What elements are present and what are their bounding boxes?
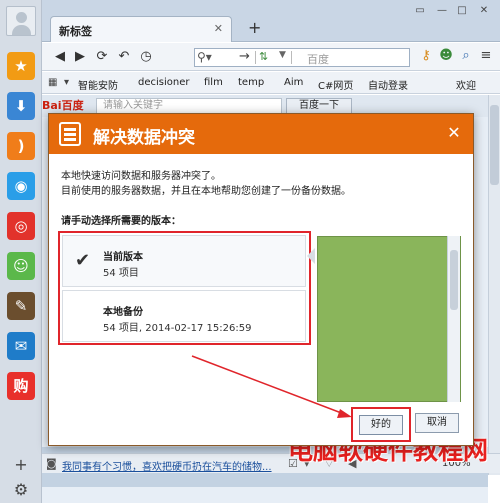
zoom-icon[interactable]: ⌕ bbox=[458, 48, 474, 63]
avatar[interactable] bbox=[6, 6, 36, 36]
favorites-star-icon[interactable]: ★ bbox=[7, 52, 35, 80]
bookmark-item[interactable]: decisioner bbox=[138, 77, 189, 88]
menu-icon[interactable]: ≡ bbox=[478, 48, 494, 63]
settings-gear-icon[interactable]: ⚙ bbox=[7, 478, 35, 502]
baidu-search-button[interactable]: 百度一下 bbox=[286, 98, 352, 114]
version-prompt: 请手动选择所需要的版本： bbox=[61, 216, 181, 227]
weibo-icon[interactable]: ◎ bbox=[7, 212, 35, 240]
minimize-button[interactable]: — bbox=[434, 4, 450, 18]
shopping-icon[interactable]: 购 bbox=[7, 372, 35, 400]
key-icon[interactable]: ⚷ bbox=[418, 48, 434, 63]
user-icon[interactable]: ☻ bbox=[438, 48, 454, 63]
preview-scrollbar[interactable] bbox=[447, 236, 460, 402]
history-clock-icon[interactable]: ◷ bbox=[138, 49, 154, 65]
download-icon[interactable]: ⬇ bbox=[7, 92, 35, 120]
page-scrollbar[interactable] bbox=[488, 95, 500, 475]
bookmark-item[interactable]: 欢迎 bbox=[456, 77, 476, 92]
new-tab-button[interactable]: + bbox=[248, 18, 261, 37]
notes-icon[interactable]: ✎ bbox=[7, 292, 35, 320]
cancel-button[interactable]: 取消 bbox=[415, 413, 459, 433]
version-name: 当前版本 bbox=[103, 252, 143, 263]
bookmark-item[interactable]: C#网页 bbox=[318, 77, 353, 92]
tab-close-icon[interactable]: ✕ bbox=[214, 22, 223, 35]
tab-new-tab[interactable]: 新标签 ✕ bbox=[50, 16, 232, 42]
grid-icon[interactable]: ▦ bbox=[48, 77, 57, 88]
divider bbox=[291, 51, 292, 64]
bookmark-item[interactable]: 智能安防 bbox=[78, 77, 118, 92]
dialog-description-1: 本地快速访问数据和服务器冲突了。 bbox=[61, 171, 221, 182]
checkmark-icon: ✔ bbox=[75, 250, 91, 271]
bookmark-item[interactable]: Aim bbox=[284, 77, 303, 88]
tab-title: 新标签 bbox=[59, 25, 92, 38]
app-root: ★ ⬇ ) ◉ ◎ ☺ ✎ ✉ 购 + ⚙ 新标签 ✕ + ▭ — □ ✕ ◀ … bbox=[0, 0, 500, 503]
conflict-dialog: 解决数据冲突 ✕ 本地快速访问数据和服务器冲突了。 目前使用的服务器数据，并且在… bbox=[48, 113, 474, 446]
close-icon[interactable]: ✕ bbox=[445, 124, 463, 142]
add-icon[interactable]: + bbox=[7, 453, 35, 477]
maximize-button[interactable]: □ bbox=[454, 4, 470, 18]
baidu-search-input[interactable]: 请输入关键字 bbox=[96, 98, 282, 114]
forward-icon[interactable]: ▶ bbox=[72, 49, 88, 65]
version-name: 本地备份 bbox=[103, 307, 143, 318]
mail-icon[interactable]: ✉ bbox=[7, 332, 35, 360]
version-item-backup[interactable]: 本地备份 54 项目, 2014-02-17 15:26:59 bbox=[62, 290, 306, 342]
refresh-icon[interactable]: ⟳ bbox=[94, 49, 110, 65]
dialog-description-2: 目前使用的服务器数据，并且在本地帮助您创建了一份备份数据。 bbox=[61, 186, 351, 197]
database-icon bbox=[59, 122, 81, 146]
ok-highlight: 好的 bbox=[351, 407, 411, 442]
undo-icon[interactable]: ↶ bbox=[116, 49, 132, 65]
version-preview bbox=[317, 236, 461, 402]
ok-button[interactable]: 好的 bbox=[359, 415, 403, 435]
divider bbox=[255, 51, 256, 64]
close-window-button[interactable]: ✕ bbox=[476, 4, 492, 18]
scroll-thumb[interactable] bbox=[450, 250, 458, 310]
scroll-thumb[interactable] bbox=[490, 105, 499, 185]
version-detail: 54 项目, 2014-02-17 15:26:59 bbox=[103, 323, 252, 334]
sidebar: ★ ⬇ ) ◉ ◎ ☺ ✎ ✉ 购 + ⚙ bbox=[0, 0, 42, 503]
search-magnifier-icon: ⚲▾ bbox=[197, 50, 212, 64]
go-arrow-icon[interactable]: → bbox=[239, 49, 250, 64]
bookmark-item[interactable]: 自动登录 bbox=[368, 77, 408, 92]
baidu-logo: Bai百度 bbox=[42, 99, 84, 112]
bookmarks-bar: ▦ ▾ 智能安防 decisioner film temp Aim C#网页 自… bbox=[42, 72, 500, 94]
news-icon: ◙ bbox=[46, 457, 57, 470]
chevron-down-icon[interactable]: ▼ bbox=[279, 50, 286, 60]
bookmark-item[interactable]: temp bbox=[238, 77, 264, 88]
smile-icon[interactable]: ☺ bbox=[7, 252, 35, 280]
search-box[interactable]: ⚲▾ → ⇅ ▼ 百度 bbox=[194, 48, 410, 67]
bookmark-item[interactable]: film bbox=[204, 77, 223, 88]
version-detail: 54 项目 bbox=[103, 268, 139, 279]
back-icon[interactable]: ◀ bbox=[52, 49, 68, 65]
selection-pointer bbox=[307, 248, 315, 264]
dialog-title: 解决数据冲突 bbox=[93, 128, 195, 148]
dialog-header: 解决数据冲突 ✕ bbox=[49, 114, 473, 154]
status-news-link[interactable]: 我同事有个习惯，喜欢把硬币扔在汽车的储物... bbox=[62, 458, 272, 473]
version-list: ✔ 当前版本 54 项目 本地备份 54 项目, 2014-02-17 15:2… bbox=[58, 231, 315, 345]
tab-bar: 新标签 ✕ + ▭ — □ ✕ bbox=[42, 0, 500, 42]
game-icon[interactable]: ◉ bbox=[7, 172, 35, 200]
search-placeholder: 百度 bbox=[307, 53, 329, 66]
version-item-current[interactable]: ✔ 当前版本 54 项目 bbox=[62, 235, 315, 287]
engine-icon: ⇅ bbox=[259, 50, 269, 63]
chevron-down-icon[interactable]: ▾ bbox=[64, 77, 69, 88]
skin-icon[interactable]: ▭ bbox=[412, 4, 428, 18]
nav-bar: ◀ ▶ ⟳ ↶ ◷ ⚲▾ → ⇅ ▼ 百度 ⚷ ☻ ⌕ ≡ bbox=[42, 43, 500, 71]
rss-icon[interactable]: ) bbox=[7, 132, 35, 160]
